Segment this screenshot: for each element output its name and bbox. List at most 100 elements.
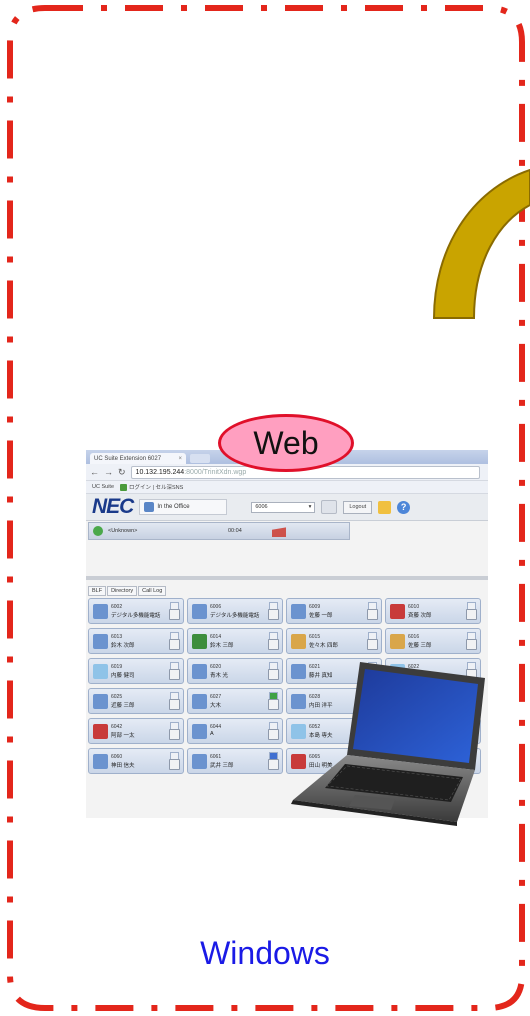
extension-select[interactable]: 6006 ▾ [251, 501, 316, 513]
phone-icon[interactable] [268, 759, 279, 770]
url-path: :8000/TrinitXdn.wgp [184, 468, 247, 476]
help-icon[interactable]: ? [397, 500, 411, 514]
person-icon [192, 664, 207, 679]
card-name: 武井 三郎 [210, 763, 234, 769]
card-name: デジタル多機能電話 [210, 613, 260, 619]
blf-card[interactable]: 6016 佐藤 三郎 [385, 628, 481, 654]
card-name: 近藤 三郎 [111, 703, 135, 709]
presence-person-icon [144, 502, 155, 512]
phone-icon[interactable] [169, 759, 180, 770]
reload-icon[interactable]: ↻ [118, 467, 126, 478]
extension-value: 6006 [255, 504, 268, 510]
tab-directory[interactable]: Directory [107, 586, 138, 596]
phone-icon[interactable] [367, 609, 378, 620]
bookmark-login[interactable]: ログイン | セル深SNS [120, 483, 183, 492]
phone-icon[interactable] [268, 729, 279, 740]
card-name: 鈴木 次郎 [111, 643, 135, 649]
card-extension: 6020 [210, 664, 222, 670]
tab-blf[interactable]: BLF [88, 586, 107, 596]
person-icon [192, 694, 207, 709]
chevron-down-icon: ▾ [308, 504, 312, 510]
laptop-illustration [291, 662, 485, 826]
card-extension: 6013 [111, 634, 123, 640]
person-icon [93, 604, 108, 619]
note-icon[interactable] [378, 500, 392, 514]
blf-card[interactable]: 6027 大木 [187, 688, 283, 714]
folder-icon [291, 634, 306, 649]
bookmarks-bar: UC Suite ログイン | セル深SNS [86, 481, 488, 494]
card-name: 鈴木 三郎 [210, 643, 234, 649]
blf-card[interactable]: 6061 武井 三郎 [187, 748, 283, 774]
tab-title: UC Suite Extension 6027 [94, 455, 162, 462]
blf-card[interactable]: 6010 斉藤 次郎 [385, 598, 481, 624]
card-extension: 6060 [111, 754, 123, 760]
phone-icon[interactable] [268, 639, 279, 650]
person-icon [291, 604, 306, 619]
phone-icon[interactable] [367, 639, 378, 650]
logout-button[interactable]: Logout [343, 500, 373, 514]
browser-tab[interactable]: UC Suite Extension 6027 × [90, 453, 186, 464]
presence-selector[interactable]: In the Office [139, 499, 228, 515]
phone-icon[interactable] [169, 729, 180, 740]
new-tab-button[interactable] [190, 454, 210, 463]
blf-card[interactable]: 6025 近藤 三郎 [88, 688, 184, 714]
card-extension: 6002 [111, 604, 123, 610]
card-extension: 6015 [309, 634, 321, 640]
panel-tabs: BLF Directory Call Log [88, 586, 167, 596]
phone-icon[interactable] [466, 639, 477, 650]
blf-card[interactable]: 6015 佐々木 四郎 [286, 628, 382, 654]
card-extension: 6025 [111, 694, 123, 700]
card-extension: 6006 [210, 604, 222, 610]
phone-icon[interactable] [268, 669, 279, 680]
presence-label: In the Office [157, 504, 190, 510]
blf-card[interactable]: 6060 神田 信夫 [88, 748, 184, 774]
dial-icon[interactable] [321, 500, 338, 514]
bookmark-uc-suite[interactable]: UC Suite [92, 484, 114, 490]
back-arrow-icon[interactable]: ← [90, 467, 99, 477]
card-name: 神田 信夫 [111, 763, 135, 769]
app-header: NEC In the Office 6006 ▾ Logout ? [86, 494, 488, 521]
hangup-icon[interactable] [272, 527, 286, 537]
blf-card[interactable]: 6020 青木 光 [187, 658, 283, 684]
card-name: 斉藤 次郎 [408, 613, 432, 619]
blf-card[interactable]: 6009 佐藤 一郎 [286, 598, 382, 624]
phone-icon[interactable] [466, 609, 477, 620]
card-name: 青木 光 [210, 673, 229, 679]
card-name: 佐藤 一郎 [309, 613, 333, 619]
card-extension: 6019 [111, 664, 123, 670]
phone-icon[interactable] [169, 639, 180, 650]
card-name: 大木 [210, 703, 222, 709]
call-status-icon [93, 526, 103, 536]
blf-card[interactable]: 6006 デジタル多機能電話 [187, 598, 283, 624]
person-red-icon [390, 604, 405, 619]
folder-icon [390, 634, 405, 649]
blf-card[interactable]: 6044 A [187, 718, 283, 744]
close-tab-icon[interactable]: × [178, 456, 182, 462]
phone-icon[interactable] [169, 699, 180, 710]
blf-card[interactable]: 6014 鈴木 三郎 [187, 628, 283, 654]
call-duration: 00:04 [228, 528, 242, 534]
fax-icon [93, 664, 108, 679]
caller-name: <Unknown> [108, 528, 138, 534]
blf-card[interactable]: 6013 鈴木 次郎 [88, 628, 184, 654]
bookmark-icon [120, 484, 128, 492]
card-name: 内藤 健司 [111, 673, 135, 679]
forward-arrow-icon[interactable]: → [104, 467, 113, 477]
blf-card[interactable]: 6019 内藤 健司 [88, 658, 184, 684]
phone-icon[interactable] [268, 699, 279, 710]
person-icon [93, 754, 108, 769]
card-name: 佐々木 四郎 [309, 643, 339, 649]
card-extension: 6010 [408, 604, 420, 610]
card-extension: 6061 [210, 754, 222, 760]
phone-icon[interactable] [169, 669, 180, 680]
active-call-row[interactable]: <Unknown> 00:04 [88, 522, 350, 540]
tab-call-log[interactable]: Call Log [138, 586, 167, 596]
cabinet-icon [192, 634, 207, 649]
phone-icon[interactable] [169, 609, 180, 620]
blf-card[interactable]: 6002 デジタル多機能電話 [88, 598, 184, 624]
url-host: 10.132.195.244 [135, 468, 185, 476]
card-extension: 6044 [210, 724, 222, 730]
card-name: 阿部 一太 [111, 733, 135, 739]
phone-icon[interactable] [268, 609, 279, 620]
blf-card[interactable]: 6042 阿部 一太 [88, 718, 184, 744]
